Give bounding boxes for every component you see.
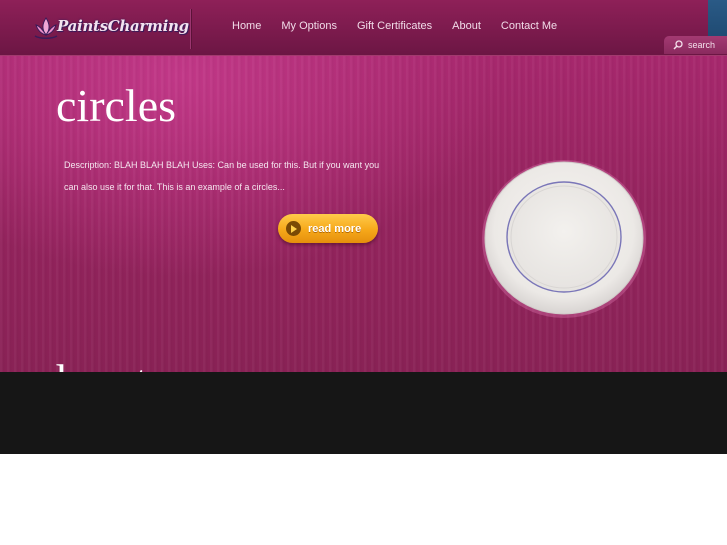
header-divider [190, 9, 191, 49]
site-logo[interactable]: PaintsCharming [33, 14, 189, 42]
nav-home[interactable]: Home [232, 20, 261, 32]
play-arrow-icon [286, 221, 301, 236]
next-slide-title: heart [56, 358, 148, 373]
nav-contact-me[interactable]: Contact Me [501, 20, 557, 32]
read-more-label: read more [308, 222, 362, 235]
lotus-icon [34, 17, 58, 39]
main-nav: Home My Options Gift Certificates About … [222, 0, 567, 52]
logo-text: PaintsCharming [57, 17, 189, 35]
search-label: search [688, 40, 716, 50]
nav-gift-certificates[interactable]: Gift Certificates [357, 20, 432, 32]
search-tab[interactable]: search [664, 36, 727, 54]
nav-about[interactable]: About [452, 20, 481, 32]
slide-description: Description: BLAH BLAH BLAH Uses: Can be… [64, 160, 380, 192]
plate-image [482, 160, 646, 318]
dark-content-band [0, 372, 727, 454]
corner-accent [708, 0, 727, 38]
read-more-button[interactable]: read more [278, 214, 378, 243]
site-header: PaintsCharming Home My Options Gift Cert… [0, 0, 727, 56]
search-icon [673, 40, 683, 50]
slide-title: circles [56, 80, 177, 131]
hero-slider: circles Description: BLAH BLAH BLAH Uses… [0, 56, 727, 372]
nav-my-options[interactable]: My Options [281, 20, 337, 32]
